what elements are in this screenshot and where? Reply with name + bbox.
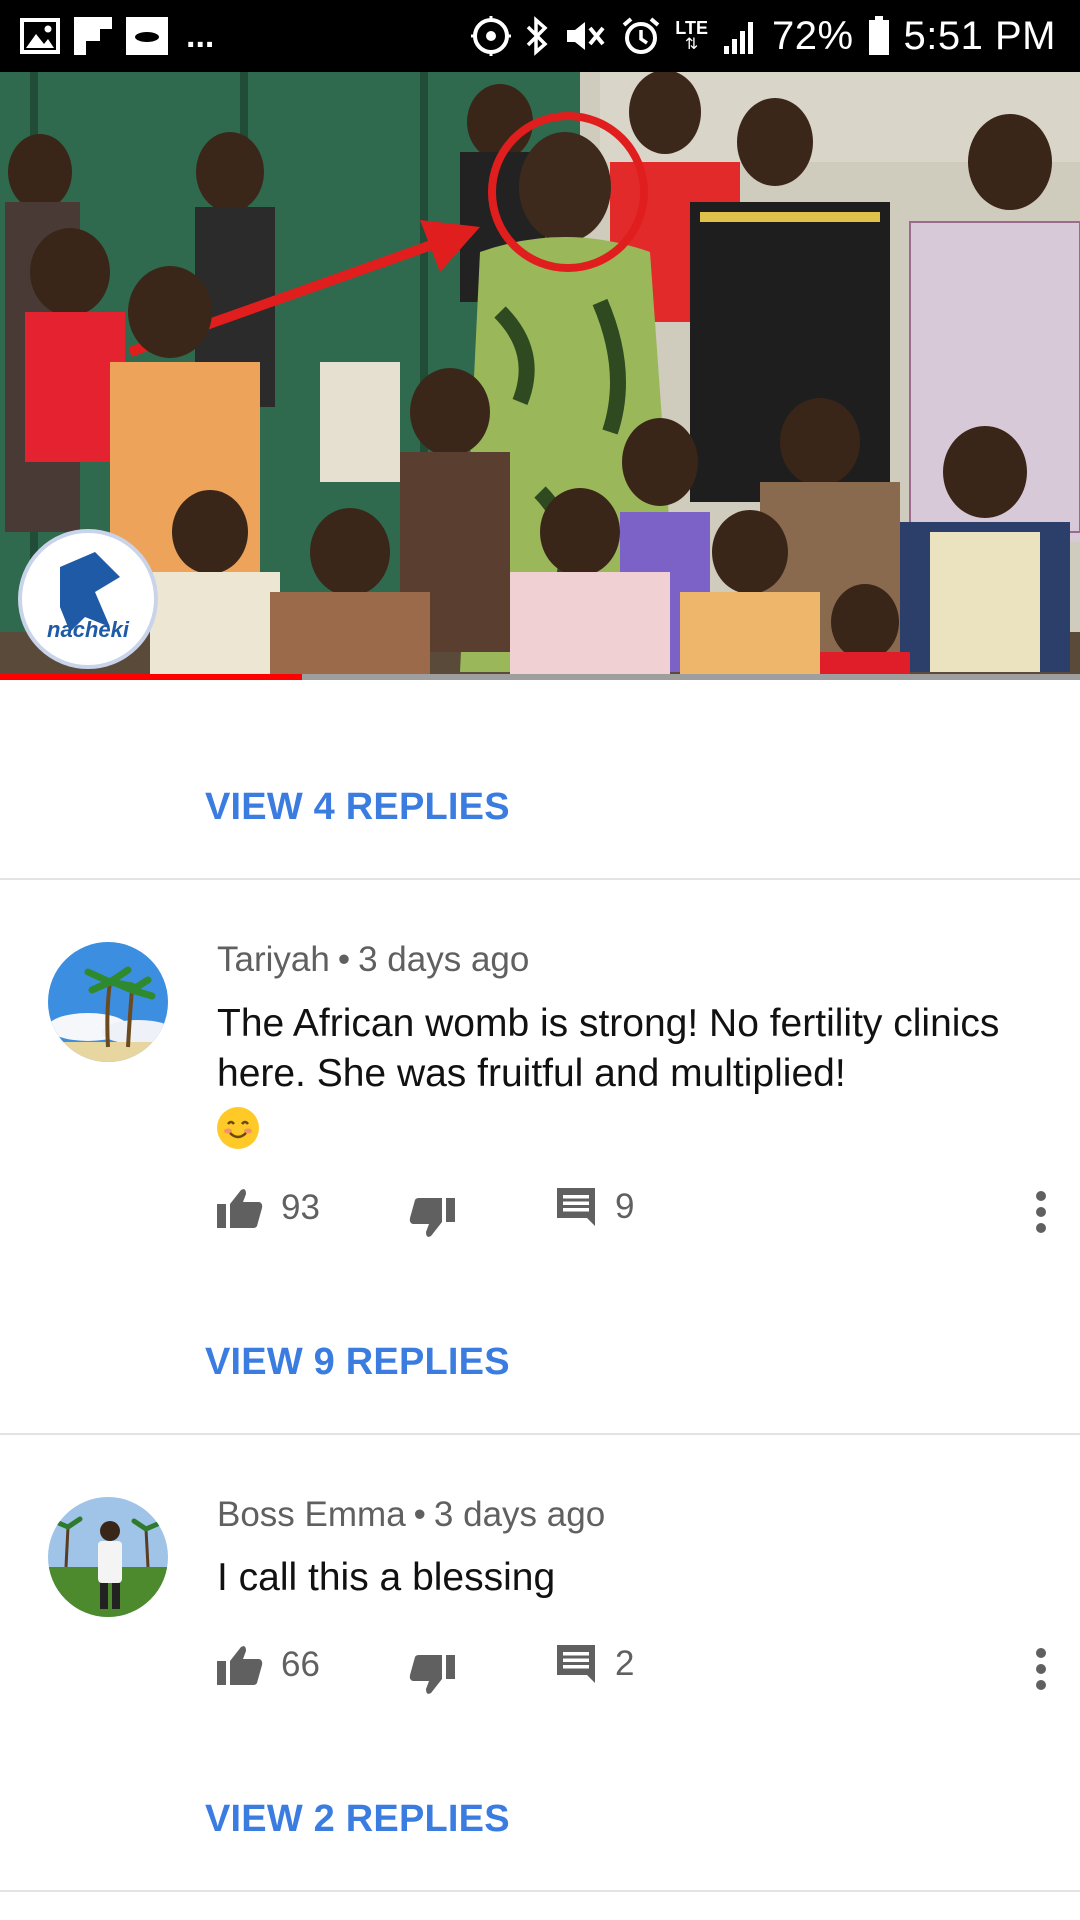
mute-icon <box>563 16 607 56</box>
alarm-icon <box>621 16 661 56</box>
more-notifications-indicator: ... <box>186 16 215 55</box>
video-progress-bar[interactable] <box>0 674 1080 680</box>
network-type: LTE <box>675 18 708 38</box>
reply-button[interactable]: 9 <box>555 1186 634 1228</box>
status-bar: ... LTE ⇅ 72% 5:51 PM <box>0 0 1080 72</box>
comment-more-button[interactable] <box>1035 1190 1047 1239</box>
like-count: 93 <box>281 1188 320 1227</box>
view-replies-link[interactable]: VIEW 2 REPLIES <box>205 1798 510 1841</box>
more-vert-icon <box>1036 1191 1046 1233</box>
comment-text: The African womb is strong! No fertility… <box>217 999 1037 1149</box>
comment-meta: Boss Emma • 3 days ago <box>217 1495 605 1535</box>
avatar-image <box>48 942 168 1062</box>
comment-divider <box>0 878 1080 880</box>
lte-indicator: LTE ⇅ <box>675 18 708 53</box>
thumbs-down-icon <box>409 1655 455 1694</box>
gallery-icon <box>20 18 60 54</box>
thumbs-up-icon <box>217 1189 263 1228</box>
avatar[interactable] <box>48 1497 168 1617</box>
meta-separator: • <box>413 1495 426 1534</box>
view-replies-link[interactable]: VIEW 9 REPLIES <box>205 1341 510 1384</box>
app-icon <box>126 17 168 55</box>
comment-time: 3 days ago <box>358 940 530 979</box>
comment-meta: Tariyah • 3 days ago <box>217 940 529 980</box>
thumbs-up-icon <box>217 1646 263 1685</box>
comment-body: I call this a blessing <box>217 1556 556 1599</box>
reply-icon <box>557 1645 595 1683</box>
bluetooth-icon <box>525 16 549 56</box>
reply-button[interactable]: 2 <box>555 1643 634 1685</box>
dislike-button[interactable] <box>409 1196 455 1240</box>
dislike-button[interactable] <box>409 1653 455 1697</box>
flipboard-icon <box>74 17 112 55</box>
comment-actions: 93 9 <box>217 1186 1047 1246</box>
like-button[interactable]: 93 <box>217 1186 320 1230</box>
like-count: 66 <box>281 1645 320 1684</box>
video-progress-fill <box>0 674 303 680</box>
battery-percent: 72% <box>771 13 854 58</box>
status-bar-system: LTE ⇅ 72% 5:51 PM <box>471 14 1056 59</box>
meta-separator: • <box>337 940 351 979</box>
thumbs-down-icon <box>409 1198 455 1237</box>
reply-icon <box>557 1188 595 1226</box>
signal-icon <box>722 18 758 54</box>
avatar[interactable] <box>48 942 168 1062</box>
location-icon <box>471 16 512 56</box>
reply-count: 2 <box>615 1644 635 1683</box>
video-frame: nacheki <box>0 72 1080 680</box>
view-replies-link[interactable]: VIEW 4 REPLIES <box>205 786 510 829</box>
comment-divider <box>0 1890 1080 1892</box>
video-player[interactable]: nacheki <box>0 72 1080 680</box>
more-vert-icon <box>1036 1648 1046 1690</box>
status-bar-notifications: ... <box>20 17 214 56</box>
channel-logo-text: nacheki <box>47 617 130 642</box>
comment-more-button[interactable] <box>1035 1647 1047 1696</box>
smiling-face-emoji-icon <box>217 1106 259 1149</box>
battery-icon <box>868 16 890 56</box>
avatar-image <box>48 1497 168 1617</box>
like-button[interactable]: 66 <box>217 1643 320 1687</box>
comment-author[interactable]: Tariyah <box>217 940 330 979</box>
reply-count: 9 <box>615 1187 635 1226</box>
comment-text: I call this a blessing <box>217 1553 1037 1603</box>
comment-time: 3 days ago <box>433 1495 606 1534</box>
comment-actions: 66 2 <box>217 1643 1047 1703</box>
comment-divider <box>0 1433 1080 1435</box>
clock: 5:51 PM <box>903 13 1056 58</box>
comment-author[interactable]: Boss Emma <box>217 1495 406 1534</box>
comment-body: The African womb is strong! No fertility… <box>217 1002 1000 1095</box>
